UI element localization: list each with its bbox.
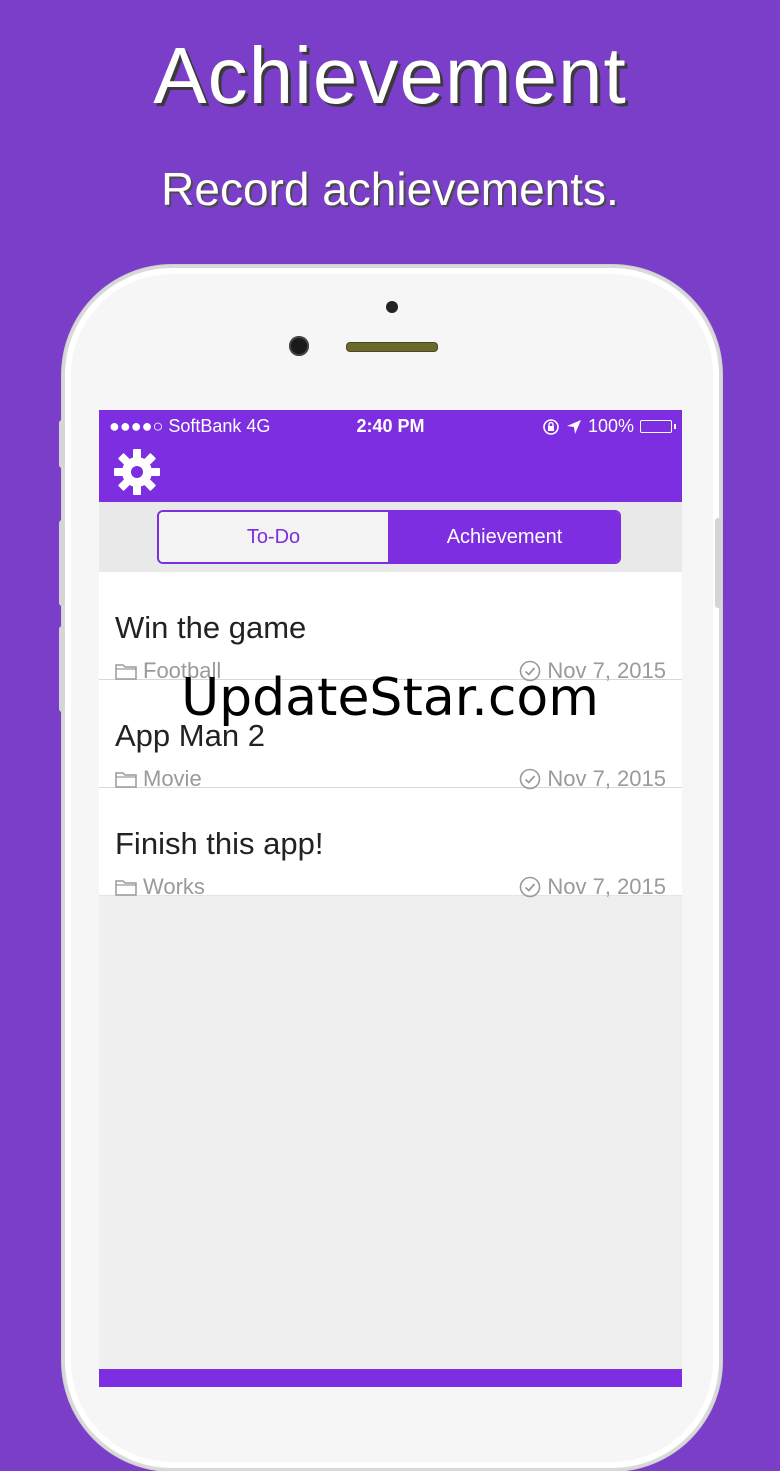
folder-icon: [115, 880, 137, 896]
item-title: Finish this app!: [115, 826, 324, 861]
nav-bar: [99, 442, 682, 502]
segmented-control: To-Do Achievement: [157, 510, 621, 564]
status-bar: ●●●●○ SoftBank 4G 2:40 PM 100%: [99, 410, 682, 442]
battery-icon: [640, 420, 676, 433]
front-camera: [289, 336, 309, 356]
check-circle-icon: [520, 768, 541, 790]
orientation-lock-icon: [543, 418, 559, 435]
list-item[interactable]: Win the game Football Nov 7, 2015: [99, 572, 682, 683]
achievement-list: Win the game Football Nov 7, 2015 App Ma…: [99, 572, 682, 899]
phone-mute-switch: [59, 420, 65, 468]
status-right: 100%: [542, 416, 676, 437]
item-date: Nov 7, 2015: [519, 874, 666, 900]
item-category-label: Works: [143, 874, 205, 899]
item-category: Works: [115, 874, 205, 900]
list-item[interactable]: Finish this app! Works Nov 7, 2015: [99, 788, 682, 899]
promo-title: Achievement: [153, 31, 627, 120]
phone-power-button: [715, 518, 721, 608]
phone-volume-up: [59, 520, 65, 606]
tab-todo[interactable]: To-Do: [159, 512, 390, 562]
app-screen: ●●●●○ SoftBank 4G 2:40 PM 100% To-Do Ach…: [99, 410, 682, 1387]
folder-icon: [115, 772, 137, 788]
item-title: Win the game: [115, 610, 307, 645]
check-circle-icon: [520, 876, 541, 898]
battery-percent: 100%: [587, 416, 634, 436]
gear-icon[interactable]: [111, 446, 163, 498]
watermark: UpdateStar.com: [181, 668, 599, 728]
tab-achievement[interactable]: Achievement: [390, 512, 619, 562]
proximity-sensor: [386, 301, 398, 313]
location-arrow-icon: [566, 419, 581, 434]
promo-subtitle: Record achievements.: [161, 163, 619, 215]
earpiece-speaker: [346, 342, 438, 352]
segment-area: To-Do Achievement: [99, 502, 682, 572]
bottom-bar: [99, 1369, 682, 1387]
item-date-label: Nov 7, 2015: [547, 874, 666, 899]
